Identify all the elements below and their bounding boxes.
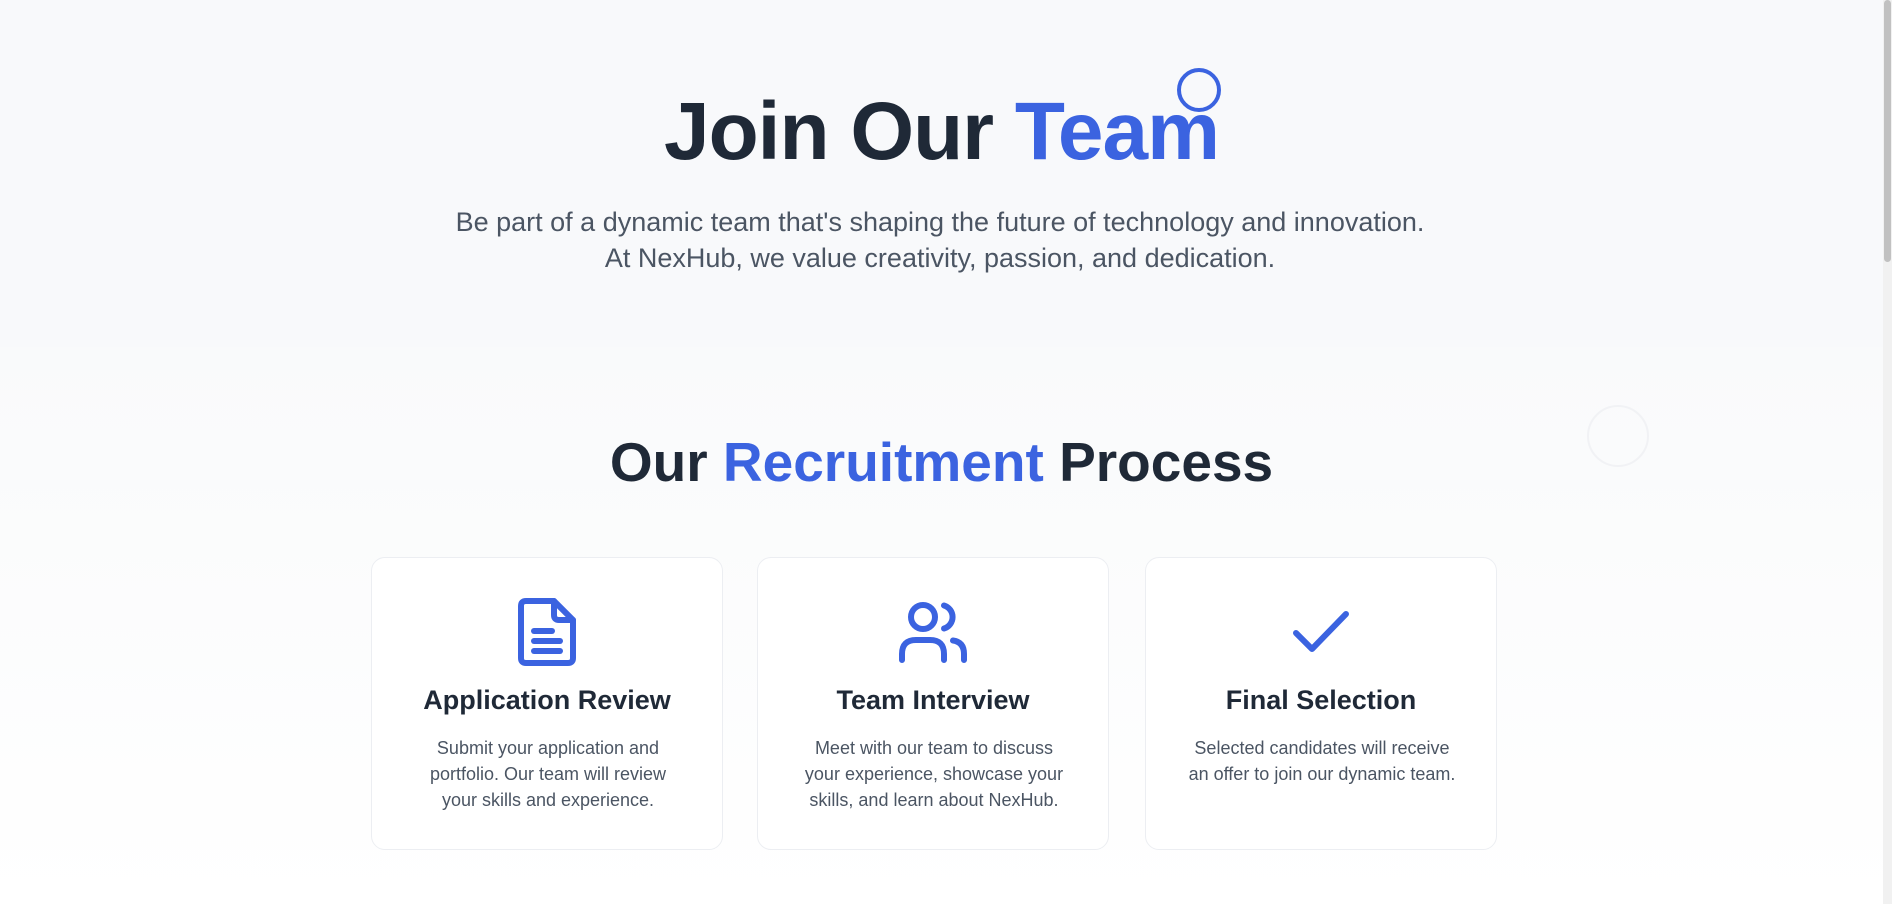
step-title: Application Review xyxy=(423,685,671,715)
users-icon xyxy=(758,596,1108,668)
document-icon xyxy=(372,596,722,668)
step-card-team-interview: Team Interview Meet with our team to dis… xyxy=(757,557,1109,850)
checkmark-icon xyxy=(1146,596,1496,668)
careers-page: Join Our Team Be part of a dynamic team … xyxy=(0,0,1892,904)
step-title: Team Interview xyxy=(836,685,1030,715)
step-title: Final Selection xyxy=(1225,685,1417,715)
hero-subtitle: Be part of a dynamic team that's shaping… xyxy=(455,207,1425,273)
step-card-final-selection: Final Selection Selected candidates will… xyxy=(1145,557,1497,850)
step-description: Meet with our team to discuss your exper… xyxy=(804,738,1064,810)
hero-title-text: Join Our xyxy=(663,86,1015,177)
step-description: Selected candidates will receive an offe… xyxy=(1188,738,1456,784)
section-title-text: Our xyxy=(609,431,723,493)
section-title-accent: Recruitment xyxy=(722,431,1044,493)
step-card-application-review: Application Review Submit your applicati… xyxy=(371,557,723,850)
vertical-scrollbar-thumb[interactable] xyxy=(1884,0,1891,262)
decorative-circle xyxy=(1177,68,1221,112)
section-title: Our Recruitment Process xyxy=(0,430,1883,494)
step-description: Submit your application and portfolio. O… xyxy=(429,738,667,810)
section-title-text-end: Process xyxy=(1043,431,1274,493)
hero-title: Join Our Team xyxy=(0,82,1883,182)
